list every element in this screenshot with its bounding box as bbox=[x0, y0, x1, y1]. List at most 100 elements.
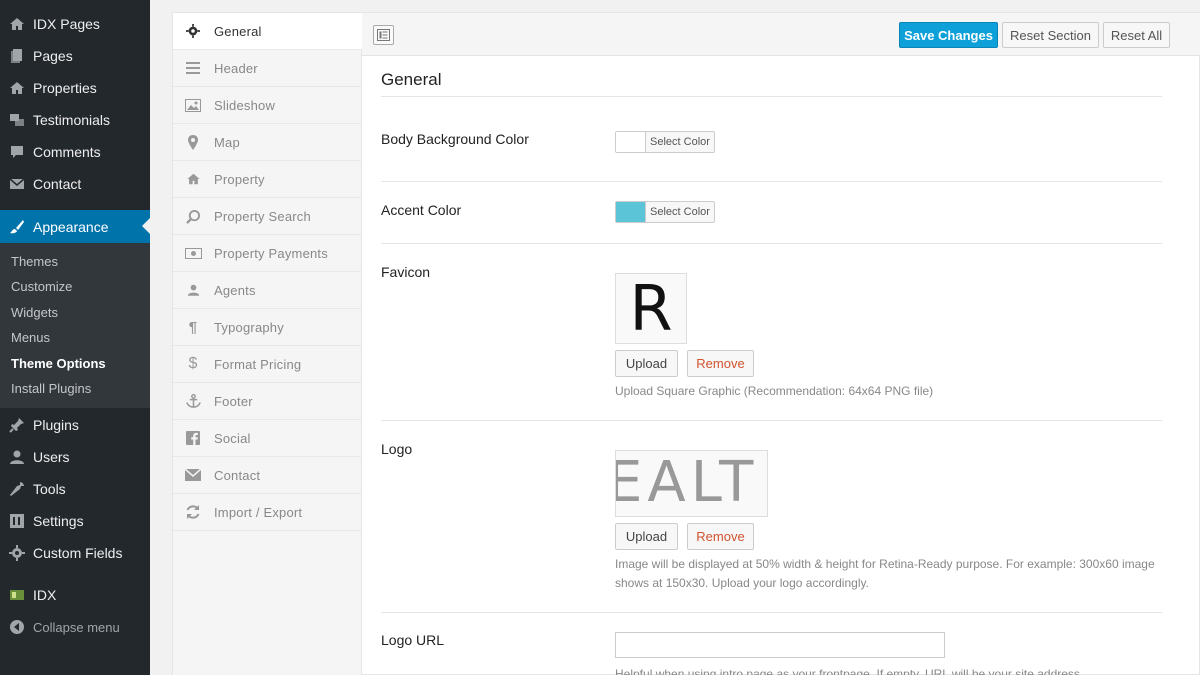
options-nav: General Header Slideshow Map Property Pr… bbox=[173, 13, 363, 675]
color-swatch bbox=[616, 202, 646, 222]
mail-icon bbox=[9, 176, 25, 192]
submenu-install-plugins[interactable]: Install Plugins bbox=[11, 381, 91, 396]
menu-item-label: IDX bbox=[33, 587, 57, 603]
menu-item-label: Comments bbox=[33, 144, 101, 160]
facebook-icon bbox=[184, 430, 202, 446]
menu-item-idx[interactable]: IDX bbox=[0, 579, 150, 611]
user-icon bbox=[9, 449, 25, 465]
options-tab-header[interactable]: Header bbox=[173, 50, 362, 87]
submenu-theme-options[interactable]: Theme Options bbox=[11, 356, 106, 371]
options-tab-property[interactable]: Property bbox=[173, 161, 362, 198]
refresh-icon bbox=[184, 504, 202, 520]
options-tab-social[interactable]: Social bbox=[173, 420, 362, 457]
options-toolbar: Save Changes Reset Section Reset All bbox=[362, 13, 1200, 56]
options-tab-slideshow[interactable]: Slideshow bbox=[173, 87, 362, 124]
menu-item-label: IDX Pages bbox=[33, 16, 100, 32]
theme-options-panel: General Header Slideshow Map Property Pr… bbox=[172, 12, 1200, 675]
menu-item-pages[interactable]: Pages bbox=[0, 40, 150, 72]
options-tab-label: Map bbox=[214, 134, 240, 150]
anchor-icon bbox=[184, 393, 202, 409]
favicon-upload-button[interactable]: Upload bbox=[615, 350, 678, 377]
logo-upload-button[interactable]: Upload bbox=[615, 523, 678, 550]
logo-url-input[interactable] bbox=[615, 632, 945, 658]
options-tab-label: Footer bbox=[214, 393, 253, 409]
options-tab-format-pricing[interactable]: $ Format Pricing bbox=[173, 346, 362, 383]
options-tab-typography[interactable]: ¶ Typography bbox=[173, 309, 362, 346]
menu-item-testimonials[interactable]: Testimonials bbox=[0, 104, 150, 136]
menu-item-appearance[interactable]: Appearance bbox=[0, 210, 150, 243]
menu-item-plugins[interactable]: Plugins bbox=[0, 409, 150, 441]
logo-preview: EALT bbox=[615, 450, 768, 517]
settings-icon bbox=[9, 513, 25, 529]
home-icon bbox=[9, 16, 25, 32]
menu-item-properties[interactable]: Properties bbox=[0, 72, 150, 104]
paintbrush-icon bbox=[9, 219, 25, 235]
envelope-icon bbox=[184, 467, 202, 483]
color-swatch bbox=[616, 132, 646, 152]
logo-url-label: Logo URL bbox=[381, 632, 445, 648]
menu-item-label: Testimonials bbox=[33, 112, 111, 128]
submenu-themes[interactable]: Themes bbox=[11, 254, 58, 269]
favicon-help-text: Upload Square Graphic (Recommendation: 6… bbox=[615, 384, 934, 398]
options-tab-map[interactable]: Map bbox=[173, 124, 362, 161]
testimonials-icon bbox=[9, 112, 25, 128]
menu-item-users[interactable]: Users bbox=[0, 441, 150, 473]
submenu-widgets[interactable]: Widgets bbox=[11, 305, 58, 320]
logo-label: Logo bbox=[381, 441, 413, 457]
favicon-remove-button[interactable]: Remove bbox=[687, 350, 754, 377]
menu-item-label: Settings bbox=[33, 513, 84, 529]
options-tab-property-payments[interactable]: Property Payments bbox=[173, 235, 362, 272]
save-changes-button[interactable]: Save Changes bbox=[899, 22, 998, 48]
options-tab-general[interactable]: General bbox=[173, 13, 363, 50]
logo-help-text: Image will be displayed at 50% width & h… bbox=[615, 557, 1155, 590]
options-tab-agents[interactable]: Agents bbox=[173, 272, 362, 309]
search-icon bbox=[184, 208, 202, 224]
reset-section-button[interactable]: Reset Section bbox=[1002, 22, 1099, 48]
divider bbox=[381, 181, 1162, 182]
options-tab-footer[interactable]: Footer bbox=[173, 383, 362, 420]
divider bbox=[381, 420, 1162, 421]
options-tab-label: Slideshow bbox=[214, 97, 276, 113]
map-marker-icon bbox=[184, 134, 202, 150]
menu-item-label: Pages bbox=[33, 48, 73, 64]
options-tab-label: Format Pricing bbox=[214, 356, 302, 372]
options-tab-label: Agents bbox=[214, 282, 256, 298]
body-background-color-label: Body Background Color bbox=[381, 131, 529, 147]
layout-toggle-button[interactable] bbox=[373, 25, 394, 45]
reset-all-button[interactable]: Reset All bbox=[1103, 22, 1170, 48]
options-tab-label: Typography bbox=[214, 319, 284, 335]
options-tab-label: General bbox=[214, 23, 262, 39]
menu-item-comments[interactable]: Comments bbox=[0, 136, 150, 168]
menu-item-settings[interactable]: Settings bbox=[0, 505, 150, 537]
menu-item-label: Appearance bbox=[33, 218, 109, 235]
select-color-label: Select Color bbox=[650, 136, 710, 148]
user-icon bbox=[184, 282, 202, 298]
body-background-color-picker[interactable]: Select Color bbox=[615, 131, 715, 153]
home-icon bbox=[184, 171, 202, 187]
menu-item-custom-fields[interactable]: Custom Fields bbox=[0, 537, 150, 569]
favicon-label: Favicon bbox=[381, 264, 431, 280]
options-tab-label: Contact bbox=[214, 467, 261, 483]
collapse-menu-button[interactable]: Collapse menu bbox=[0, 611, 150, 643]
menu-item-label: Plugins bbox=[33, 417, 79, 433]
submenu-menus[interactable]: Menus bbox=[11, 330, 50, 345]
menu-item-idx-pages[interactable]: IDX Pages bbox=[0, 8, 150, 40]
menu-item-contact[interactable]: Contact bbox=[0, 168, 150, 200]
menu-item-label: Custom Fields bbox=[33, 545, 123, 561]
menu-item-tools[interactable]: Tools bbox=[0, 473, 150, 505]
paragraph-icon: ¶ bbox=[188, 318, 198, 336]
options-tab-import-export[interactable]: Import / Export bbox=[173, 494, 362, 531]
wp-admin-sidebar: IDX Pages Pages Properties Testimonials … bbox=[0, 0, 150, 675]
favicon-preview: R bbox=[615, 273, 687, 344]
options-tab-contact[interactable]: Contact bbox=[173, 457, 362, 494]
menu-item-label: Tools bbox=[33, 481, 66, 497]
options-content: Save Changes Reset Section Reset All Gen… bbox=[362, 13, 1200, 675]
wrench-icon bbox=[9, 481, 25, 497]
options-tab-property-search[interactable]: Property Search bbox=[173, 198, 362, 235]
logo-remove-button[interactable]: Remove bbox=[687, 523, 754, 550]
accent-color-picker[interactable]: Select Color bbox=[615, 201, 715, 223]
accent-color-label: Accent Color bbox=[381, 202, 462, 218]
divider bbox=[381, 612, 1162, 613]
submenu-customize[interactable]: Customize bbox=[11, 279, 72, 294]
money-icon bbox=[184, 245, 202, 261]
